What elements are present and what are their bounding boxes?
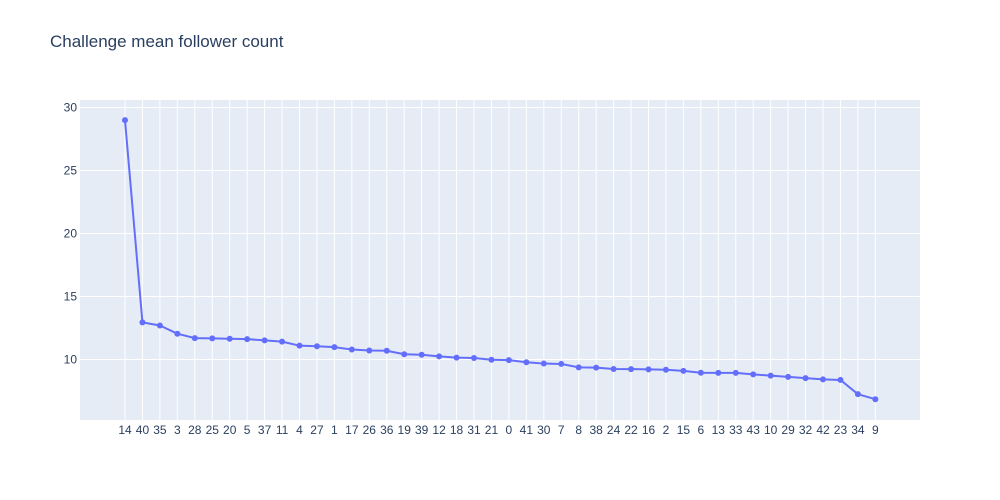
data-point[interactable] — [662, 366, 669, 373]
data-point[interactable] — [820, 376, 826, 383]
x-tick-label: 30 — [537, 423, 551, 437]
data-point[interactable] — [802, 375, 809, 382]
data-point[interactable] — [785, 373, 792, 380]
x-tick-label: 2 — [663, 423, 670, 437]
x-tick-label: 29 — [781, 423, 795, 437]
x-tick-label: 42 — [816, 423, 830, 437]
data-point[interactable] — [715, 369, 722, 376]
x-tick-label: 19 — [398, 423, 412, 437]
x-tick-label: 36 — [380, 423, 394, 437]
x-tick-label: 22 — [624, 423, 638, 437]
data-point[interactable] — [296, 342, 303, 349]
data-point[interactable] — [697, 369, 704, 376]
x-tick-label: 11 — [276, 423, 289, 437]
data-point[interactable] — [436, 353, 443, 360]
plot-area — [80, 100, 920, 420]
x-tick-label: 20 — [223, 423, 237, 437]
data-point[interactable] — [872, 396, 879, 403]
x-tick-label: 40 — [136, 423, 150, 437]
data-point[interactable] — [523, 359, 530, 366]
x-tick-label: 7 — [558, 423, 565, 437]
x-tick-label: 31 — [467, 423, 481, 437]
data-point[interactable] — [313, 343, 320, 350]
x-tick-label: 32 — [799, 423, 813, 437]
data-point[interactable] — [279, 338, 286, 345]
y-tick-label: 20 — [64, 227, 78, 241]
data-point[interactable] — [366, 347, 373, 354]
data-point[interactable] — [209, 335, 216, 342]
data-point[interactable] — [261, 337, 268, 344]
data-point[interactable] — [244, 336, 251, 343]
data-point[interactable] — [750, 371, 757, 378]
data-point[interactable] — [505, 357, 512, 364]
data-point[interactable] — [156, 322, 163, 329]
x-tick-label: 9 — [872, 423, 879, 437]
data-point[interactable] — [837, 376, 844, 383]
data-point[interactable] — [488, 356, 495, 363]
data-point[interactable] — [645, 366, 652, 373]
x-tick-label: 1 — [331, 423, 338, 437]
x-tick-label: 35 — [153, 423, 167, 437]
x-tick-label: 43 — [747, 423, 761, 437]
data-point[interactable] — [139, 319, 146, 326]
data-point[interactable] — [854, 391, 861, 398]
data-point[interactable] — [767, 372, 774, 379]
y-tick-label: 25 — [64, 164, 78, 178]
x-tick-label: 21 — [485, 423, 499, 437]
data-point[interactable] — [540, 360, 547, 367]
x-tick-label: 16 — [642, 423, 656, 437]
data-point[interactable] — [348, 346, 355, 353]
data-point[interactable] — [610, 365, 617, 372]
x-tick-label: 5 — [244, 423, 251, 437]
x-tick-label: 34 — [851, 423, 865, 437]
x-tick-label: 0 — [506, 423, 513, 437]
x-tick-label: 15 — [677, 423, 691, 437]
y-tick-label: 30 — [64, 101, 78, 115]
x-tick-label: 28 — [188, 423, 202, 437]
x-tick-label: 14 — [118, 423, 132, 437]
data-point[interactable] — [575, 364, 582, 371]
x-tick-label: 4 — [296, 423, 303, 437]
data-point[interactable] — [628, 366, 635, 373]
x-tick-label: 3 — [174, 423, 181, 437]
y-tick-label: 15 — [64, 290, 78, 304]
x-tick-label: 8 — [575, 423, 582, 437]
x-tick-label: 27 — [310, 423, 324, 437]
x-tick-label: 6 — [698, 423, 705, 437]
x-tick-label: 18 — [450, 423, 464, 437]
x-tick-label: 41 — [520, 423, 534, 437]
x-axis-ticks: 14 40 35 3 28 25 20 5 37 11 4 27 1 17 26 36 19 39 12 18 31 21… — [118, 423, 879, 437]
x-tick-label: 10 — [764, 423, 778, 437]
line-chart: 1015202530 14 40 35 3 28 25 20 5 37 11 4 27 1 17 26 36 1… — [64, 100, 920, 437]
data-point[interactable] — [558, 360, 565, 367]
data-point[interactable] — [383, 347, 390, 354]
data-point[interactable] — [471, 355, 477, 362]
x-tick-label: 23 — [834, 423, 848, 437]
x-tick-label: 24 — [607, 423, 621, 437]
y-tick-label: 10 — [64, 353, 78, 367]
data-point[interactable] — [680, 367, 687, 374]
data-point[interactable] — [174, 330, 181, 337]
data-point[interactable] — [331, 344, 338, 351]
x-tick-label: 39 — [415, 423, 429, 437]
data-point[interactable] — [191, 335, 198, 342]
data-point[interactable] — [122, 117, 128, 124]
x-tick-label: 25 — [206, 423, 220, 437]
x-tick-label: 33 — [729, 423, 743, 437]
x-tick-label: 26 — [363, 423, 377, 437]
data-point[interactable] — [732, 369, 739, 376]
data-point[interactable] — [226, 335, 233, 342]
x-tick-label: 12 — [432, 423, 446, 437]
y-axis-ticks: 10 15 20 25 30 — [64, 101, 78, 367]
data-point[interactable] — [593, 364, 600, 371]
data-point[interactable] — [401, 351, 408, 358]
x-tick-label: 17 — [345, 423, 359, 437]
data-point[interactable] — [453, 354, 460, 361]
x-tick-label: 37 — [258, 423, 272, 437]
data-point[interactable] — [418, 351, 425, 358]
x-tick-label: 13 — [712, 423, 726, 437]
x-tick-label: 38 — [589, 423, 603, 437]
